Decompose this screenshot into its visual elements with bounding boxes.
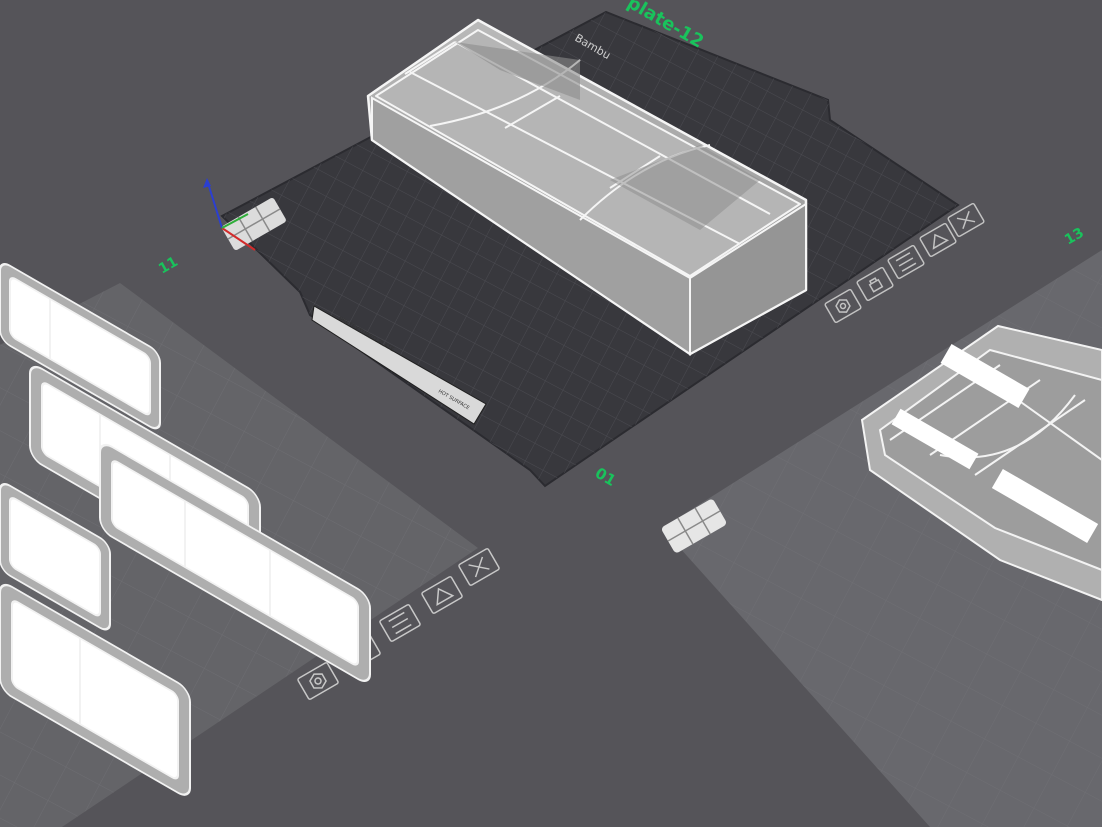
- plate-right-number-label: 13: [1062, 225, 1087, 249]
- lock-icon[interactable]: [856, 266, 894, 302]
- settings-icon[interactable]: [297, 662, 339, 700]
- plate-left-number-label: 11: [156, 254, 181, 278]
- settings-icon[interactable]: [824, 288, 862, 324]
- 3d-viewport[interactable]: 11 13 Bambu plate-12 01 PEI TEXTURED PLA…: [0, 0, 1102, 827]
- plate-number-label: 01: [592, 464, 619, 490]
